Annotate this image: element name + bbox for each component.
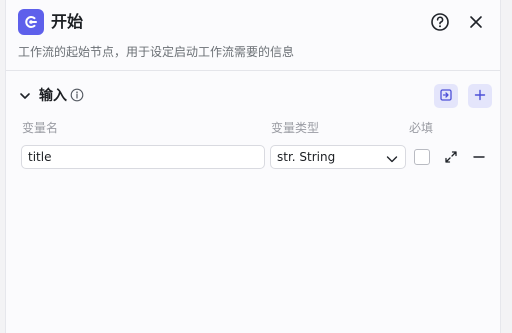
close-icon[interactable] <box>466 12 486 32</box>
panel-header: 开始 工作流的起始节点，用于设定启动工作流需要的信息 <box>6 0 500 71</box>
import-button[interactable] <box>434 84 458 108</box>
node-description: 工作流的起始节点，用于设定启动工作流需要的信息 <box>18 45 295 59</box>
chevron-down-icon[interactable] <box>17 88 33 104</box>
expand-icon[interactable] <box>443 149 459 165</box>
required-checkbox[interactable] <box>414 149 430 165</box>
start-node-icon <box>18 9 44 35</box>
chevron-down-icon <box>385 151 399 165</box>
variable-type-value: str. String <box>277 150 336 164</box>
section-label: 输入 <box>39 88 67 104</box>
help-icon[interactable] <box>430 12 450 32</box>
variable-name-input[interactable] <box>21 145 265 169</box>
minus-icon[interactable] <box>471 149 487 165</box>
import-icon <box>439 87 453 106</box>
page-title: 开始 <box>51 12 84 31</box>
variable-type-select[interactable]: str. String <box>270 145 406 169</box>
plus-icon <box>473 87 487 106</box>
column-header-name: 变量名 <box>22 121 59 135</box>
node-settings-panel: 开始 工作流的起始节点，用于设定启动工作流需要的信息 输入 变量名 变量类型 必… <box>5 0 501 333</box>
info-icon[interactable] <box>70 87 84 102</box>
column-header-required: 必填 <box>409 121 434 135</box>
add-variable-button[interactable] <box>468 84 492 108</box>
input-section-header: 输入 <box>6 84 500 108</box>
column-header-type: 变量类型 <box>271 121 320 135</box>
